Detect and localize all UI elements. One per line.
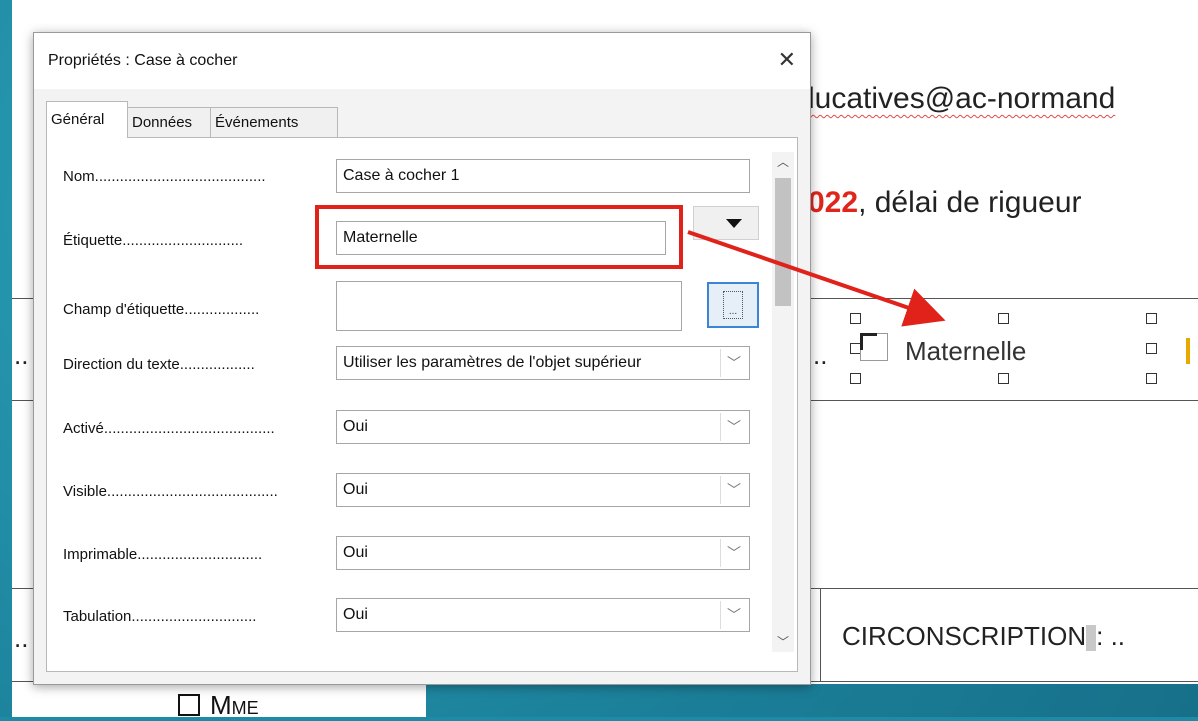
annotation-arrow xyxy=(687,230,946,327)
